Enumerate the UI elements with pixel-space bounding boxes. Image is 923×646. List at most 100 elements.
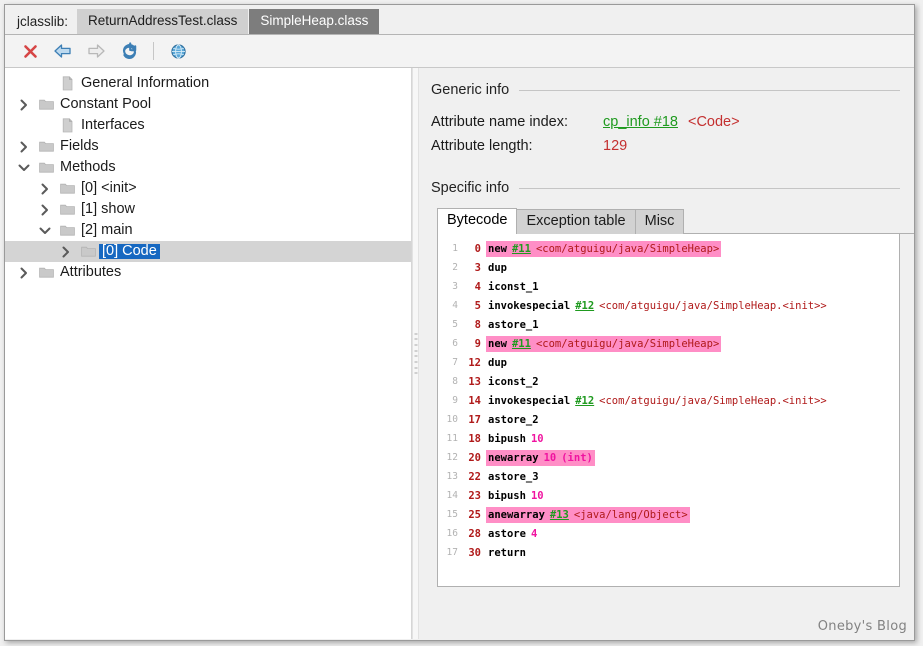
- panel-splitter[interactable]: [412, 68, 419, 639]
- subtab-label: Exception table: [526, 213, 626, 229]
- subtab-exception-table[interactable]: Exception table: [516, 209, 636, 234]
- bytecode-row[interactable]: 2 3 dup: [438, 258, 899, 277]
- folder-icon: [56, 203, 78, 216]
- back-button[interactable]: [48, 38, 78, 64]
- bytecode-row[interactable]: 11 18 bipush 10: [438, 429, 899, 448]
- subtab-bytecode[interactable]: Bytecode: [437, 208, 518, 234]
- tree-twisty[interactable]: [34, 224, 56, 238]
- app-name-label: jclasslib:: [17, 13, 69, 29]
- bytecode-row[interactable]: 9 14 invokespecial #12 <com/atguigu/java/Sim…: [438, 391, 899, 410]
- tree-row-label: [2] main: [81, 222, 133, 239]
- toolbar: [5, 35, 914, 68]
- constant-pool-ref-link[interactable]: #12: [575, 395, 594, 407]
- constant-pool-ref-link[interactable]: #12: [575, 300, 594, 312]
- tree-twisty[interactable]: [13, 161, 35, 175]
- toolbar-separator: [153, 42, 154, 60]
- tree-row[interactable]: [2] main: [5, 220, 411, 241]
- bytecode-row[interactable]: 12 20 newarray 10 (int): [438, 448, 899, 467]
- bytecode-offset: 23: [468, 489, 481, 502]
- bytecode-row[interactable]: 4 5 invokespecial #12 <com/atguigu/java/Simp…: [438, 296, 899, 315]
- tree-row-label: Attributes: [60, 264, 122, 281]
- tree-row[interactable]: [0] Code: [5, 241, 411, 262]
- bytecode-opcode: iconst_1: [488, 280, 539, 293]
- forward-arrow-icon: [88, 44, 105, 58]
- close-button[interactable]: [15, 38, 45, 64]
- bytecode-row[interactable]: 15 25 anewarray #13 <java/lang/Object>: [438, 505, 899, 524]
- specific-info-title: Specific info: [431, 180, 510, 196]
- tree-row-label: [1] show: [81, 201, 135, 218]
- bytecode-row[interactable]: 6 9 new #11 <com/atguigu/java/SimpleHeap>: [438, 334, 899, 353]
- bytecode-row[interactable]: 10 17 astore_2: [438, 410, 899, 429]
- bytecode-line-number: 17: [446, 547, 458, 558]
- bytecode-line-number: 5: [452, 319, 458, 330]
- bytecode-comment: <com/atguigu/java/SimpleHeap.<init>>: [599, 394, 827, 407]
- folder-icon: [56, 224, 78, 237]
- tree-row[interactable]: Constant Pool: [5, 94, 411, 115]
- forward-button[interactable]: [81, 38, 111, 64]
- bytecode-line-number: 6: [452, 338, 458, 349]
- tree-row[interactable]: General Information: [5, 73, 411, 94]
- tab-label: ReturnAddressTest.class: [88, 13, 238, 29]
- tree-row-label: General Information: [81, 75, 210, 92]
- folder-icon: [38, 141, 54, 152]
- bytecode-opcode: return: [488, 546, 526, 559]
- bytecode-row[interactable]: 13 22 astore_3: [438, 467, 899, 486]
- tree-twisty[interactable]: [13, 140, 35, 154]
- bytecode-comment: <com/atguigu/java/SimpleHeap>: [535, 337, 720, 350]
- bytecode-instruction: astore 4: [486, 526, 539, 542]
- bytecode-row[interactable]: 8 13 iconst_2: [438, 372, 899, 391]
- browse-web-button[interactable]: [163, 38, 193, 64]
- bytecode-instruction: dup: [486, 260, 509, 276]
- chevron-right-icon: [41, 204, 48, 215]
- bytecode-offset: 25: [468, 508, 481, 521]
- chevron-down-icon: [39, 227, 51, 234]
- bytecode-viewer[interactable]: 1 0 new #11 <com/atguigu/java/SimpleHeap> 2 3 d…: [437, 234, 900, 587]
- tree-row[interactable]: [1] show: [5, 199, 411, 220]
- attribute-name-index-row: Attribute name index: cp_info #18 <Code>: [431, 114, 914, 130]
- folder-icon: [38, 99, 54, 110]
- bytecode-row[interactable]: 14 23 bipush 10: [438, 486, 899, 505]
- header-rule: [519, 89, 900, 91]
- bytecode-line-number: 4: [452, 300, 458, 311]
- tree-twisty[interactable]: [13, 266, 35, 280]
- tree-row[interactable]: Fields: [5, 136, 411, 157]
- tree-row[interactable]: Attributes: [5, 262, 411, 283]
- file-icon: [56, 118, 78, 133]
- bytecode-instruction: iconst_1: [486, 279, 541, 295]
- tree-twisty[interactable]: [55, 245, 77, 259]
- reload-button[interactable]: [114, 38, 144, 64]
- bytecode-row[interactable]: 7 12 dup: [438, 353, 899, 372]
- bytecode-line-number: 15: [446, 509, 458, 520]
- bytecode-row[interactable]: 1 0 new #11 <com/atguigu/java/SimpleHeap>: [438, 239, 899, 258]
- tree-row[interactable]: Interfaces: [5, 115, 411, 136]
- tab-bar: jclasslib: ReturnAddressTest.class Simpl…: [5, 5, 914, 35]
- bytecode-offset: 9: [474, 337, 481, 350]
- bytecode-row[interactable]: 16 28 astore 4: [438, 524, 899, 543]
- bytecode-row[interactable]: 3 4 iconst_1: [438, 277, 899, 296]
- bytecode-operand: 10: [530, 432, 544, 445]
- constant-pool-ref-link[interactable]: #11: [512, 338, 531, 350]
- constant-pool-ref-link[interactable]: #11: [512, 243, 531, 255]
- bytecode-operand: 10: [543, 451, 557, 464]
- tab-simpleheap[interactable]: SimpleHeap.class: [249, 9, 380, 34]
- subtab-misc[interactable]: Misc: [634, 209, 685, 234]
- constant-pool-ref-link[interactable]: #13: [550, 509, 569, 521]
- tab-returnaddresstest[interactable]: ReturnAddressTest.class: [77, 9, 249, 34]
- class-tree-panel[interactable]: General Information Constant Pool Interfac…: [5, 68, 412, 639]
- browse-web-icon: [170, 43, 186, 59]
- folder-icon: [80, 246, 96, 257]
- bytecode-opcode: astore_2: [488, 413, 539, 426]
- bytecode-offset: 0: [474, 242, 481, 255]
- folder-icon: [59, 204, 75, 215]
- tree-twisty[interactable]: [34, 203, 56, 217]
- bytecode-row[interactable]: 17 30 return: [438, 543, 899, 562]
- tree-row[interactable]: Methods: [5, 157, 411, 178]
- bytecode-instruction: astore_1: [486, 317, 541, 333]
- bytecode-instruction: invokespecial #12 <com/atguigu/java/Simple…: [486, 393, 829, 409]
- tree-twisty[interactable]: [34, 182, 56, 196]
- cp-info-link[interactable]: cp_info #18: [603, 114, 678, 130]
- tree-row[interactable]: [0] <init>: [5, 178, 411, 199]
- bytecode-row[interactable]: 5 8 astore_1: [438, 315, 899, 334]
- tree-twisty[interactable]: [13, 98, 35, 112]
- class-tree: General Information Constant Pool Interfac…: [5, 68, 411, 283]
